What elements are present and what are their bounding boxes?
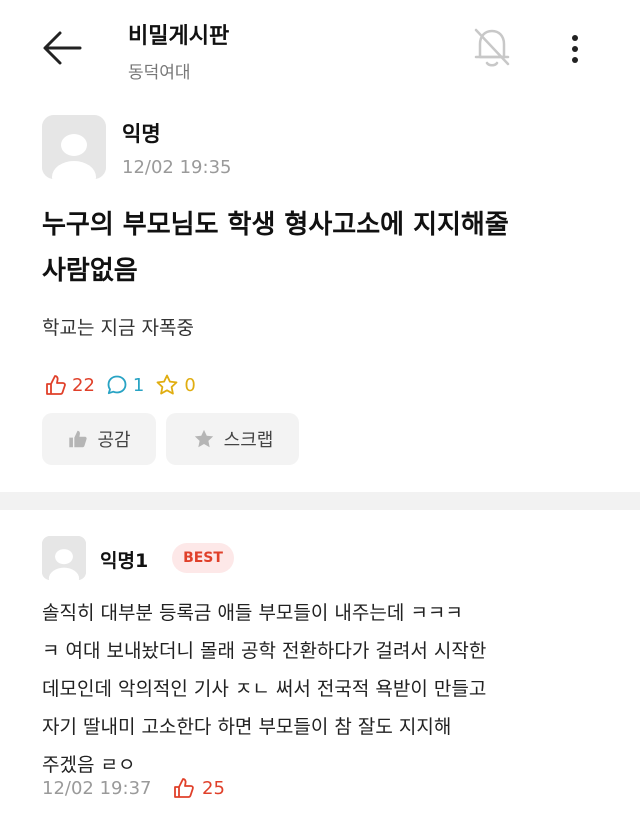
- more-vertical-icon: [572, 35, 578, 63]
- school-name: 동덕여대: [128, 63, 191, 83]
- comment-line: 자기 딸내미 고소한다 하면 부모들이 참 잘도 지지해: [42, 716, 452, 738]
- scrap-count: 0: [154, 373, 196, 397]
- comment-bubble-icon: [107, 375, 127, 395]
- board-title: 비밀게시판: [128, 24, 230, 49]
- post-title-line: 사람없음: [42, 256, 138, 286]
- post-title: 누구의 부모님도 학생 형사고소에 지지해줄 사람없음: [42, 202, 602, 294]
- scrap-button[interactable]: 스크랩: [166, 413, 299, 465]
- best-badge: BEST: [172, 543, 234, 573]
- comment-line: 솔직히 대부분 등록금 애들 부모들이 내주는데 ㅋㅋㅋ: [42, 602, 463, 624]
- comment-body: 솔직히 대부분 등록금 애들 부모들이 내주는데 ㅋㅋㅋ ㅋ 여대 보내놨더니 …: [42, 594, 602, 784]
- comment-line: 데모인데 악의적인 기사 ㅈㄴ 써서 전국적 욕받이 만들고: [42, 678, 487, 700]
- back-button[interactable]: [40, 28, 86, 68]
- post-body: 학교는 지금 자폭중: [42, 317, 194, 339]
- comment-author: 익명1: [100, 550, 149, 572]
- notification-button[interactable]: [470, 24, 514, 70]
- comment-count-value: 1: [132, 374, 145, 396]
- thumbs-up-icon: [69, 430, 88, 448]
- comment-like-count-value: 25: [202, 777, 225, 799]
- thumbs-up-outline-icon: [174, 778, 194, 798]
- anonymous-avatar-icon: [42, 115, 106, 179]
- like-button[interactable]: 공감: [42, 413, 156, 465]
- app-header: 비밀게시판 동덕여대: [0, 0, 640, 100]
- bell-off-icon: [474, 28, 510, 67]
- back-arrow-icon: [43, 31, 82, 65]
- post-title-line: 누구의 부모님도 학생 형사고소에 지지해줄: [42, 210, 509, 240]
- more-button[interactable]: [560, 28, 590, 68]
- comment-timestamp: 12/02 19:37: [42, 778, 152, 799]
- section-divider: [0, 492, 640, 510]
- comment-author-avatar: [42, 536, 86, 580]
- star-outline-icon: [156, 374, 178, 395]
- post-timestamp: 12/02 19:35: [122, 157, 232, 178]
- scrap-count-value: 0: [184, 374, 196, 396]
- post-author: 익명: [122, 122, 161, 146]
- star-icon: [194, 429, 213, 448]
- scrap-button-label: 스크랩: [223, 430, 274, 451]
- anonymous-avatar-icon: [42, 536, 86, 580]
- like-button-label: 공감: [97, 430, 131, 451]
- thumbs-up-outline-icon: [46, 375, 66, 395]
- like-count-value: 22: [72, 374, 95, 396]
- like-count: 22: [44, 373, 95, 397]
- post-stats: 22 1 0: [44, 370, 206, 400]
- post-action-buttons: 공감 스크랩: [42, 413, 309, 465]
- comment-line: ㅋ 여대 보내놨더니 몰래 공학 전환하다가 걸려서 시작한: [42, 640, 487, 662]
- post-author-avatar: [42, 115, 106, 179]
- comment-like-count[interactable]: 25: [172, 776, 225, 800]
- comment-count: 1: [105, 373, 144, 397]
